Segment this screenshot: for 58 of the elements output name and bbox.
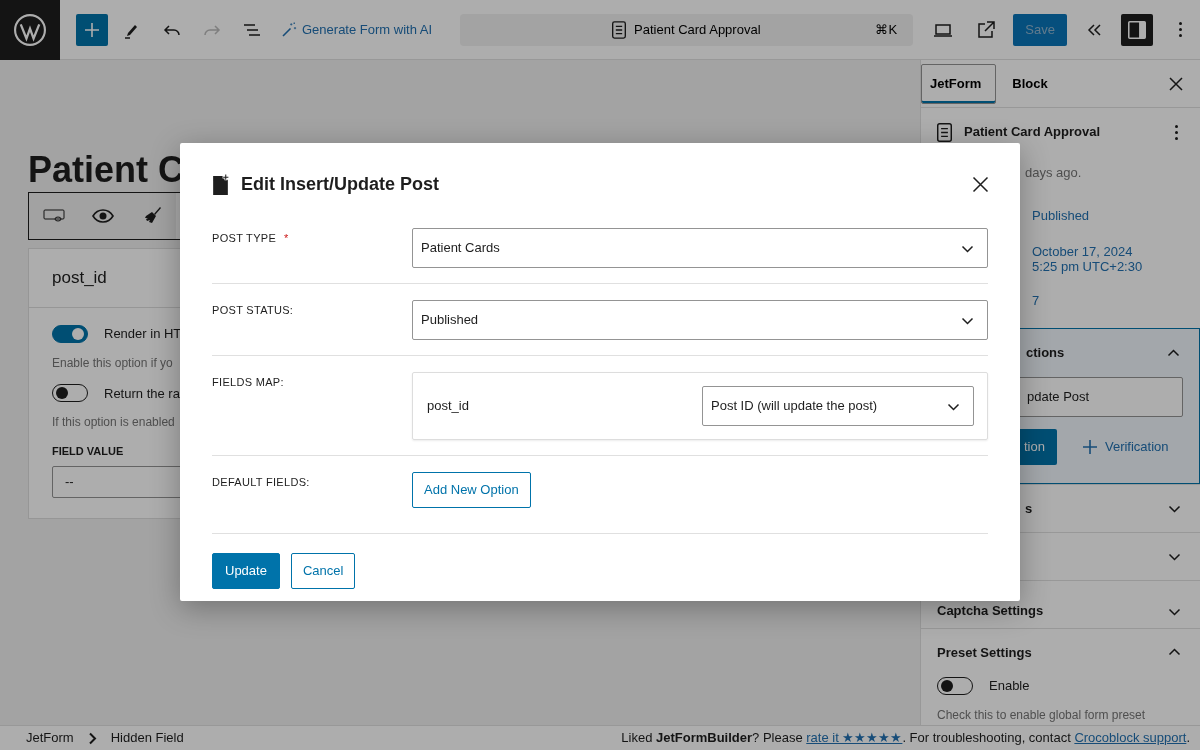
select-field[interactable]: Published <box>412 300 988 340</box>
chevron-down-icon <box>962 244 973 252</box>
block-toolbar-button[interactable] <box>127 193 176 239</box>
plus-icon <box>1082 440 1097 454</box>
add-block-button[interactable] <box>76 13 108 46</box>
sidebar-icon <box>1128 20 1147 39</box>
chevron-right-icon <box>89 733 95 743</box>
panel-header[interactable]: Preset Settings <box>921 628 1200 676</box>
sidebar-tab[interactable]: JetForm <box>921 63 997 104</box>
field-label: FIELDS MAP: <box>212 376 284 388</box>
kebab-icon <box>1174 124 1178 140</box>
add-option-button[interactable]: Add New Option <box>412 472 531 508</box>
select-field[interactable]: Patient Cards <box>412 228 988 268</box>
rate-link[interactable]: rate it ★★★★★ <box>806 730 903 746</box>
modal-title: Edit Insert/Update Post <box>241 173 440 196</box>
help-text: Enable this option if yo <box>52 354 174 372</box>
revisions-link[interactable]: 7 <box>1032 291 1040 311</box>
command-title: Patient Card Approval <box>634 20 761 39</box>
field-name: post_id <box>52 267 107 290</box>
field-label: POST STATUS: <box>212 304 294 316</box>
sidebar-tab[interactable]: Block <box>996 60 1064 108</box>
breadcrumb-item[interactable]: JetForm <box>26 728 74 748</box>
document-icon <box>937 122 952 142</box>
help-text: If this option is enabled <box>52 414 176 431</box>
plus-icon <box>85 22 99 37</box>
toggle-label: Enable <box>989 677 1030 695</box>
kebab-icon <box>1178 22 1182 37</box>
field-label: POST TYPE <box>212 232 277 244</box>
close-icon <box>1170 77 1182 90</box>
breadcrumb-item[interactable]: Hidden Field <box>110 728 184 748</box>
help-text: Check this to enable global form preset <box>937 706 1147 724</box>
logo-icon[interactable] <box>14 13 46 46</box>
field-label: FIELD VALUE <box>52 444 125 459</box>
settings-sidebar-button[interactable] <box>1121 13 1154 46</box>
document-add-icon <box>212 174 229 195</box>
status-link[interactable]: Published <box>1032 205 1090 225</box>
field-label: DEFAULT FIELDS: <box>212 476 310 488</box>
form-title: Patient Card Approval <box>964 123 1101 142</box>
modified-text: days ago. <box>1025 164 1082 182</box>
date-link[interactable]: October 17, 2024 5:25 pm UTC+2:30 <box>1032 244 1143 274</box>
magic-wand-icon <box>280 20 298 39</box>
toggle-label: Return the ra <box>104 384 180 403</box>
chevron-down-icon <box>948 402 959 410</box>
update-button[interactable]: Update <box>212 553 280 589</box>
verification-button[interactable]: Verification <box>1076 436 1175 458</box>
cancel-button[interactable]: Cancel <box>290 553 356 589</box>
close-icon <box>972 177 988 192</box>
toggle-switch[interactable] <box>52 324 88 343</box>
shortcut-hint: ⌘K <box>875 20 898 39</box>
required-mark: * <box>284 232 289 244</box>
chevron-down-icon <box>962 316 973 324</box>
footer-notice: Liked JetFormBuilder? Please rate it ★★★★★. For troubleshooting, contact Crocoblock support. <box>621 729 1190 748</box>
command-bar[interactable]: Patient Card Approval ⌘K <box>460 13 914 46</box>
map-field-name: post_id <box>427 397 469 416</box>
select-field[interactable]: Post ID (will update the post) <box>702 386 974 426</box>
generate-ai-button[interactable]: Generate Form with AI <box>276 19 437 40</box>
document-icon <box>612 20 627 39</box>
toggle-label: Render in HT <box>104 325 182 343</box>
